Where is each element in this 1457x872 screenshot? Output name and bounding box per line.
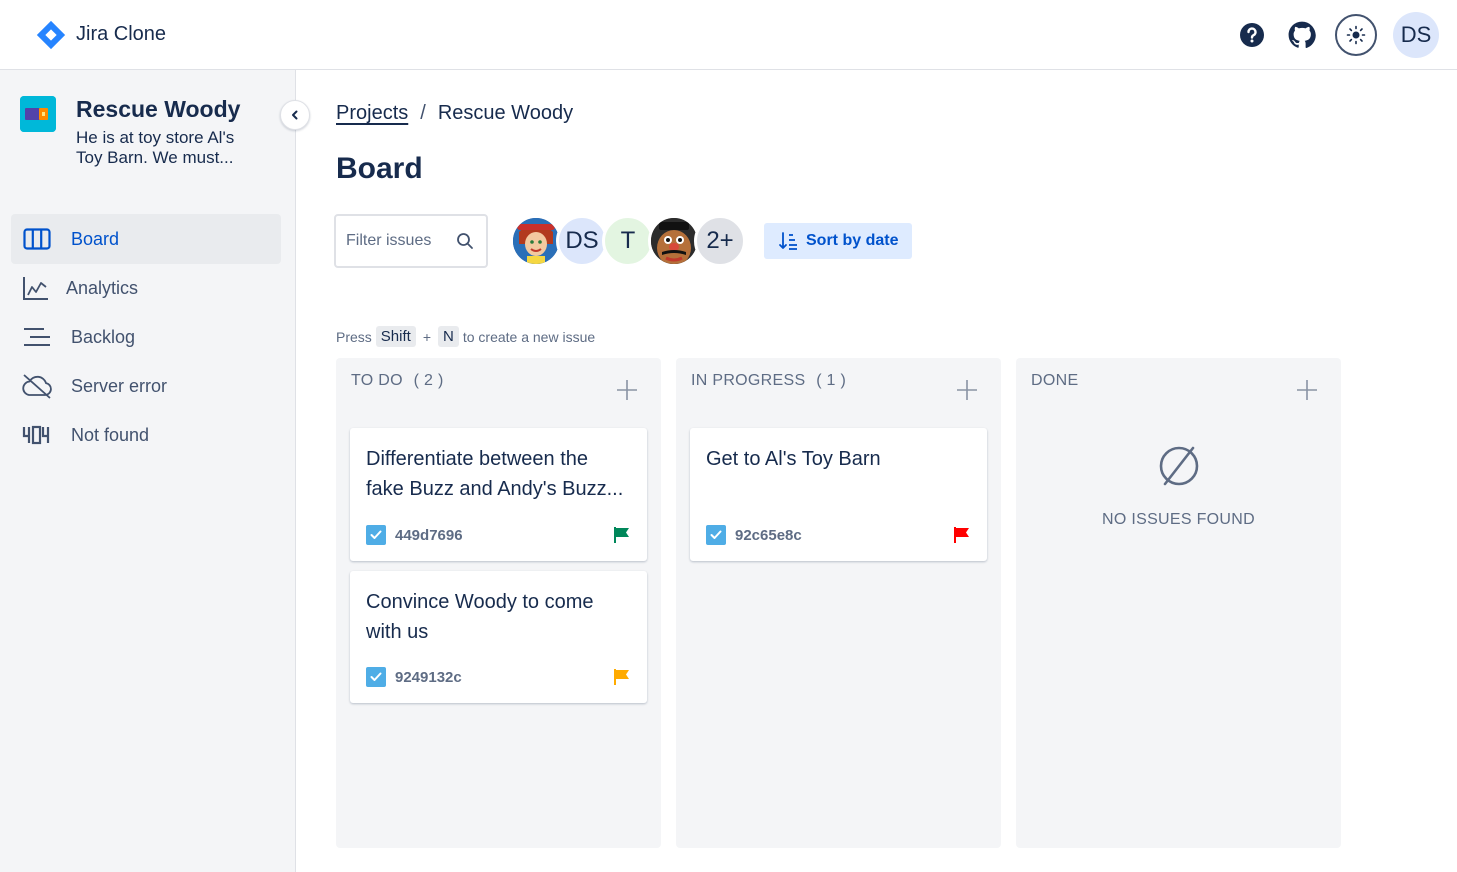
project-description: He is at toy store Al's Toy Barn. We mus… <box>76 128 266 168</box>
add-issue-icon[interactable] <box>615 378 639 402</box>
issue-card[interactable]: Convince Woody to come with us 9249132c <box>350 571 647 703</box>
board-filters: Filter issues DS T 2+ Sort by date <box>334 214 913 268</box>
breadcrumb: Projects / Rescue Woody <box>336 102 573 125</box>
analytics-icon <box>19 273 53 303</box>
issue-card[interactable]: Differentiate between the fake Buzz and … <box>350 428 647 561</box>
priority-flag-icon <box>614 669 629 685</box>
n-key: N <box>438 326 459 347</box>
task-checkbox-icon <box>366 525 386 545</box>
column-count: ( 2 ) <box>413 372 444 389</box>
hint-plus: + <box>422 328 431 345</box>
create-issue-hint: Press Shift + N to create a new issue <box>336 326 595 347</box>
column-todo: TO DO ( 2 ) Differentiate between the fa… <box>336 358 661 848</box>
sidebar-item-analytics[interactable]: Analytics <box>11 263 281 313</box>
sidebar-item-label: Server error <box>71 375 168 396</box>
sidebar-item-server-error[interactable]: Server error <box>11 361 281 411</box>
issue-id: 9249132c <box>395 668 462 686</box>
brand[interactable]: Jira Clone <box>36 20 166 50</box>
project-info: Rescue Woody He is at toy store Al's Toy… <box>20 96 266 168</box>
project-description-line: He is at toy store Al's <box>76 128 235 147</box>
sun-icon <box>1346 25 1366 45</box>
member-avatar-jessie[interactable] <box>510 215 562 267</box>
sidebar-item-label: Not found <box>71 424 150 445</box>
column-title: DONE <box>1031 372 1079 389</box>
no-issues-text: NO ISSUES FOUND <box>1102 511 1255 528</box>
main-content: Projects / Rescue Woody Board Filter iss… <box>296 70 1457 872</box>
member-avatar-t[interactable]: T <box>602 215 654 267</box>
breadcrumb-projects-link[interactable]: Projects <box>336 102 408 125</box>
issue-title: Differentiate between the fake Buzz and … <box>366 448 624 500</box>
issue-id: 92c65e8c <box>735 526 802 544</box>
sidebar-item-label: Board <box>71 228 120 249</box>
column-title: TO DO <box>351 372 403 389</box>
project-description-line: Toy Barn. We must... <box>76 148 234 167</box>
sidebar-item-label: Analytics <box>66 277 139 298</box>
column-header: TO DO ( 2 ) <box>351 372 444 390</box>
column-title: IN PROGRESS <box>691 372 806 389</box>
add-issue-icon[interactable] <box>955 378 979 402</box>
page-title: Board <box>336 152 423 185</box>
cloud-off-icon <box>20 371 54 401</box>
app-name: Jira Clone <box>76 23 167 45</box>
issue-title: Get to Al's Toy Barn <box>706 448 881 470</box>
theme-toggle-button[interactable] <box>1335 14 1377 56</box>
board-icon <box>20 224 54 254</box>
sidebar-item-board[interactable]: Board <box>11 214 281 264</box>
github-icon[interactable] <box>1279 12 1325 58</box>
sort-icon <box>779 232 797 250</box>
sort-button-label: Sort by date <box>806 232 899 249</box>
hint-press: Press <box>336 328 372 345</box>
empty-state: NO ISSUES FOUND <box>1016 444 1341 529</box>
hint-rest: to create a new issue <box>462 328 596 345</box>
sidebar-nav: Board Analytics Backlog Server error Not… <box>11 214 281 459</box>
jira-logo-icon <box>36 20 66 50</box>
sort-by-date-button[interactable]: Sort by date <box>764 223 913 259</box>
task-checkbox-icon <box>706 525 726 545</box>
issue-title: Convince Woody to come with us <box>366 591 594 643</box>
issue-id: 449d7696 <box>395 526 463 544</box>
filter-placeholder: Filter issues <box>346 232 432 249</box>
board-columns: TO DO ( 2 ) Differentiate between the fa… <box>336 358 1341 848</box>
sidebar-item-not-found[interactable]: Not found <box>11 410 281 460</box>
breadcrumb-separator: / <box>420 102 426 124</box>
column-count: ( 1 ) <box>816 372 847 389</box>
sidebar: Rescue Woody He is at toy store Al's Toy… <box>0 70 310 872</box>
sidebar-item-label: Backlog <box>71 326 136 347</box>
issue-card[interactable]: Get to Al's Toy Barn 92c65e8c <box>690 428 987 561</box>
user-avatar[interactable]: DS <box>1393 12 1439 58</box>
shift-key: Shift <box>375 326 416 347</box>
breadcrumb-current: Rescue Woody <box>437 102 574 124</box>
project-avatar <box>20 96 56 132</box>
member-avatar-ds[interactable]: DS <box>556 215 608 267</box>
empty-set-icon <box>1159 446 1198 486</box>
member-avatars: DS T 2+ <box>510 215 746 267</box>
priority-flag-icon <box>614 527 629 543</box>
priority-flag-icon <box>954 527 969 543</box>
column-header: DONE <box>1031 372 1078 390</box>
404-icon <box>20 420 54 450</box>
project-name: Rescue Woody <box>76 96 241 122</box>
more-members-badge[interactable]: 2+ <box>694 215 746 267</box>
top-header: Jira Clone DS <box>0 0 1457 70</box>
member-avatar-potato-head[interactable] <box>648 215 700 267</box>
search-icon <box>457 233 473 249</box>
filter-issues-input[interactable]: Filter issues <box>334 214 488 268</box>
column-header: IN PROGRESS ( 1 ) <box>691 372 846 390</box>
add-issue-icon[interactable] <box>1295 378 1319 402</box>
column-done: DONE NO ISSUES FOUND <box>1016 358 1341 848</box>
help-icon[interactable] <box>1229 12 1275 58</box>
backlog-icon <box>20 322 54 352</box>
task-checkbox-icon <box>366 667 386 687</box>
column-in-progress: IN PROGRESS ( 1 ) Get to Al's Toy Barn 9… <box>676 358 1001 848</box>
sidebar-item-backlog[interactable]: Backlog <box>11 312 281 362</box>
